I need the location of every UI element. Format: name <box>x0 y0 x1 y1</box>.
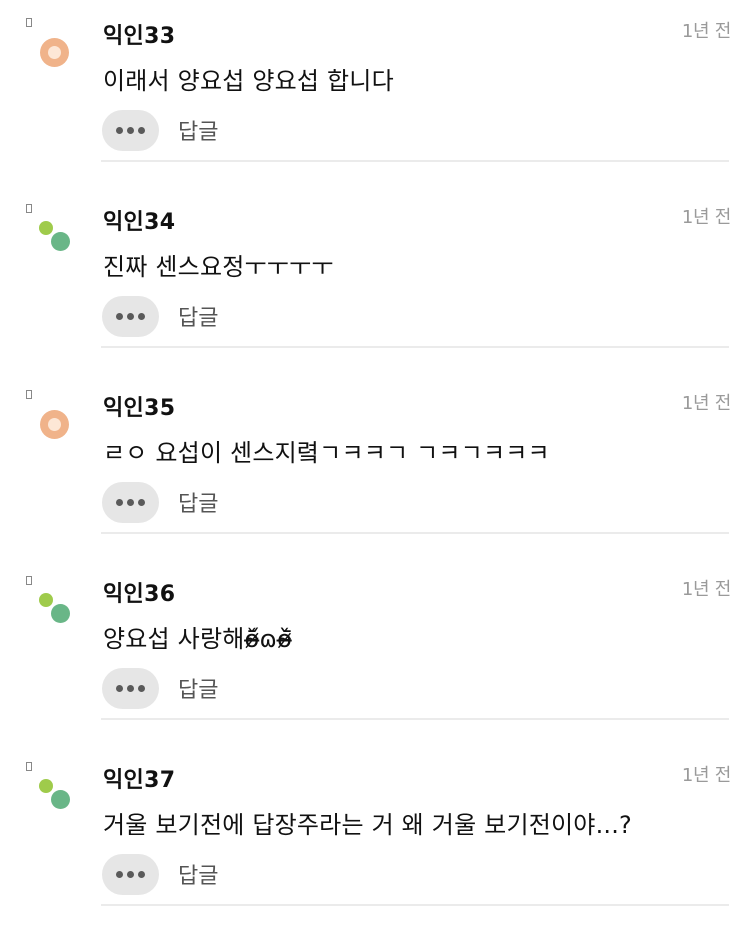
comment-item: 익인34 1년 전 진짜 센스요정ㅜㅜㅜㅜ 답글 <box>0 186 750 372</box>
divider <box>101 346 729 348</box>
more-options-button[interactable] <box>102 296 159 337</box>
more-dot <box>138 127 145 134</box>
avatar <box>51 232 70 251</box>
comment-time: 1년 전 <box>681 393 731 414</box>
avatar <box>51 604 70 623</box>
comment-item: 익인37 1년 전 거울 보기전에 답장주라는 거 왜 거울 보기전이야...?… <box>0 744 750 930</box>
comment-item: 익인35 1년 전 ㄹㅇ 요섭이 센스지렼ㄱㅋㅋㄱ ㄱㅋㄱㅋㅋㅋ 답글 <box>0 372 750 558</box>
comment-item: 익인33 1년 전 이래서 양요섭 양요섭 합니다 답글 <box>0 0 750 186</box>
more-dot <box>127 499 134 506</box>
more-dot <box>138 499 145 506</box>
more-options-button[interactable] <box>102 668 159 709</box>
more-dots-icon <box>116 313 123 320</box>
divider <box>101 718 729 720</box>
comment-username: 익인35 <box>103 396 176 421</box>
avatar <box>40 410 69 439</box>
more-options-button[interactable] <box>102 482 159 523</box>
comment-username: 익인37 <box>103 768 176 793</box>
reply-button[interactable]: 답글 <box>178 672 218 704</box>
avatar <box>39 221 53 235</box>
comment-avatar-area <box>0 558 100 744</box>
more-dots-icon <box>116 127 123 134</box>
more-options-button[interactable] <box>102 854 159 895</box>
avatar <box>39 779 53 793</box>
pin-icon <box>26 762 32 771</box>
avatar <box>51 790 70 809</box>
comment-avatar-area <box>0 186 100 372</box>
comment-username: 익인34 <box>103 210 176 235</box>
more-dot <box>127 127 134 134</box>
comment-time: 1년 전 <box>681 21 731 42</box>
divider <box>101 160 729 162</box>
comment-text: 거울 보기전에 답장주라는 거 왜 거울 보기전이야...? <box>103 811 632 839</box>
more-dot <box>127 871 134 878</box>
comment-username: 익인33 <box>103 24 176 49</box>
more-dots-icon <box>116 871 123 878</box>
comment-avatar-area <box>0 372 100 558</box>
more-dot <box>138 871 145 878</box>
divider <box>101 532 729 534</box>
comment-item: 익인36 1년 전 양요섭 사랑해ǒ̴̶̷᷄ɷǒ̴̶̷᷅ 답글 <box>0 558 750 744</box>
pin-icon <box>26 390 32 399</box>
comment-text: ㄹㅇ 요섭이 센스지렼ㄱㅋㅋㄱ ㄱㅋㄱㅋㅋㅋ <box>103 439 550 467</box>
comment-username: 익인36 <box>103 582 176 607</box>
reply-button[interactable]: 답글 <box>178 300 218 332</box>
comment-time: 1년 전 <box>681 207 731 228</box>
more-options-button[interactable] <box>102 110 159 151</box>
comment-avatar-area <box>0 744 100 930</box>
avatar <box>39 593 53 607</box>
reply-button[interactable]: 답글 <box>178 114 218 146</box>
comment-time: 1년 전 <box>681 579 731 600</box>
more-dots-icon <box>116 499 123 506</box>
more-dot <box>138 685 145 692</box>
divider <box>101 904 729 906</box>
more-dot <box>138 313 145 320</box>
comment-avatar-area <box>0 0 100 186</box>
reply-button[interactable]: 답글 <box>178 858 218 890</box>
pin-icon <box>26 576 32 585</box>
avatar <box>40 38 69 67</box>
reply-button[interactable]: 답글 <box>178 486 218 518</box>
more-dots-icon <box>116 685 123 692</box>
comment-text: 양요섭 사랑해ǒ̴̶̷᷄ɷǒ̴̶̷᷅ <box>103 625 292 653</box>
more-dot <box>127 313 134 320</box>
more-dot <box>127 685 134 692</box>
pin-icon <box>26 18 32 27</box>
pin-icon <box>26 204 32 213</box>
comment-time: 1년 전 <box>681 765 731 786</box>
comment-text: 이래서 양요섭 양요섭 합니다 <box>103 67 394 95</box>
comment-text: 진짜 센스요정ㅜㅜㅜㅜ <box>103 253 334 281</box>
